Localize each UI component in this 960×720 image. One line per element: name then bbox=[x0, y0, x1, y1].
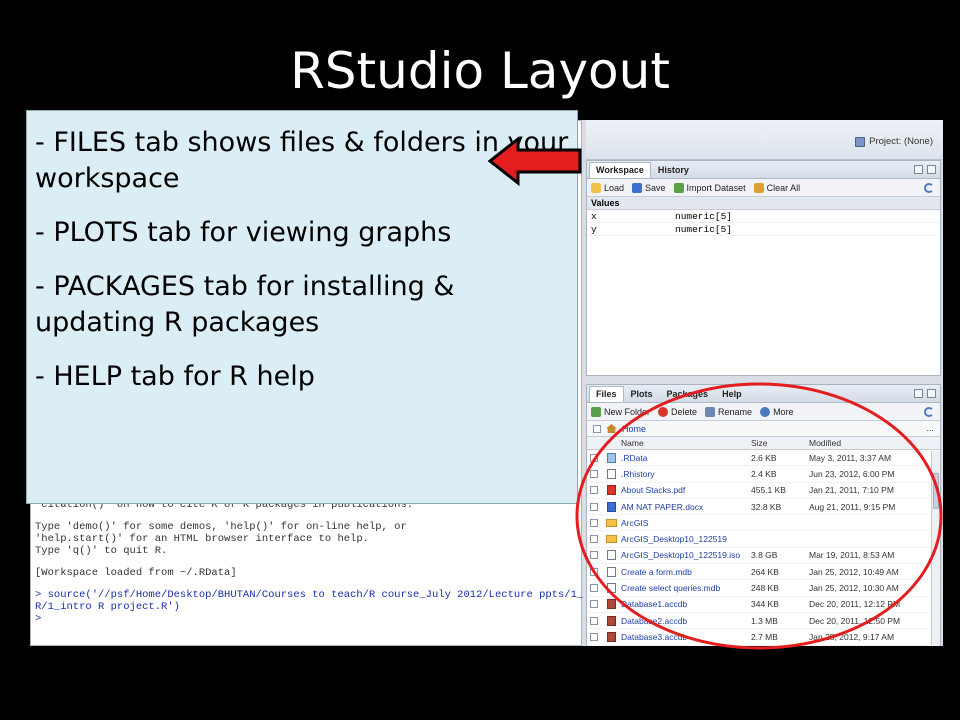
callout-bullet-plots: - PLOTS tab for viewing graphs bbox=[35, 217, 452, 248]
variable-value: numeric[5] bbox=[675, 224, 733, 235]
callout-bullet-packages: - PACKAGES tab for installing & updating… bbox=[35, 271, 455, 338]
variable-value: numeric[5] bbox=[675, 211, 733, 222]
red-ellipse-annotation bbox=[575, 382, 943, 650]
variable-name: y bbox=[591, 224, 597, 235]
red-arrow-annotation bbox=[488, 136, 582, 186]
console-line: [Workspace loaded from ~/.RData] bbox=[35, 567, 237, 579]
refresh-icon[interactable] bbox=[924, 183, 934, 193]
import-dataset-button[interactable]: Import Dataset bbox=[673, 182, 746, 193]
workspace-tabs: Workspace History bbox=[587, 161, 940, 179]
ellipse-shape bbox=[575, 382, 943, 650]
tab-workspace[interactable]: Workspace bbox=[589, 162, 651, 178]
console-line: > bbox=[35, 613, 42, 625]
project-label: Project: (None) bbox=[869, 136, 933, 147]
console-line: R/1_intro R project.R') bbox=[35, 601, 180, 613]
console-line: Type 'q()' to quit R. bbox=[35, 545, 168, 557]
console-output: 'citation()' on how to cite R or R packa… bbox=[35, 499, 583, 625]
values-section-header: Values bbox=[587, 197, 940, 210]
folder-icon bbox=[591, 182, 601, 193]
callout-bullet-help: - HELP tab for R help bbox=[35, 361, 315, 392]
workspace-row[interactable]: x numeric[5] bbox=[587, 210, 940, 223]
console-line: 'help.start()' for an HTML browser inter… bbox=[35, 533, 369, 545]
variable-name: x bbox=[591, 211, 597, 222]
broom-icon bbox=[753, 182, 764, 193]
tab-history[interactable]: History bbox=[651, 162, 696, 178]
project-menu[interactable]: Project: (None) bbox=[855, 136, 933, 147]
maximize-icon[interactable] bbox=[927, 165, 936, 174]
console-line: > source('//psf/Home/Desktop/BHUTAN/Cour… bbox=[35, 589, 583, 601]
main-toolbar: Project: (None) bbox=[586, 120, 943, 160]
workspace-toolbar: Load Save Import Dataset Clear All bbox=[587, 179, 940, 197]
save-button[interactable]: Save bbox=[632, 182, 666, 193]
minimize-icon[interactable] bbox=[914, 165, 923, 174]
load-button[interactable]: Load bbox=[591, 182, 624, 193]
console-line: Type 'demo()' for some demos, 'help()' f… bbox=[35, 521, 407, 533]
pane-window-controls bbox=[914, 165, 936, 174]
save-icon bbox=[632, 182, 643, 193]
slide-title: RStudio Layout bbox=[290, 42, 670, 100]
clear-all-button[interactable]: Clear All bbox=[753, 182, 800, 193]
arrow-shape bbox=[488, 136, 582, 186]
import-icon bbox=[673, 182, 684, 193]
workspace-pane: Workspace History Load Save Import Datas… bbox=[586, 160, 941, 376]
workspace-row[interactable]: y numeric[5] bbox=[587, 223, 940, 236]
project-icon bbox=[855, 136, 866, 147]
